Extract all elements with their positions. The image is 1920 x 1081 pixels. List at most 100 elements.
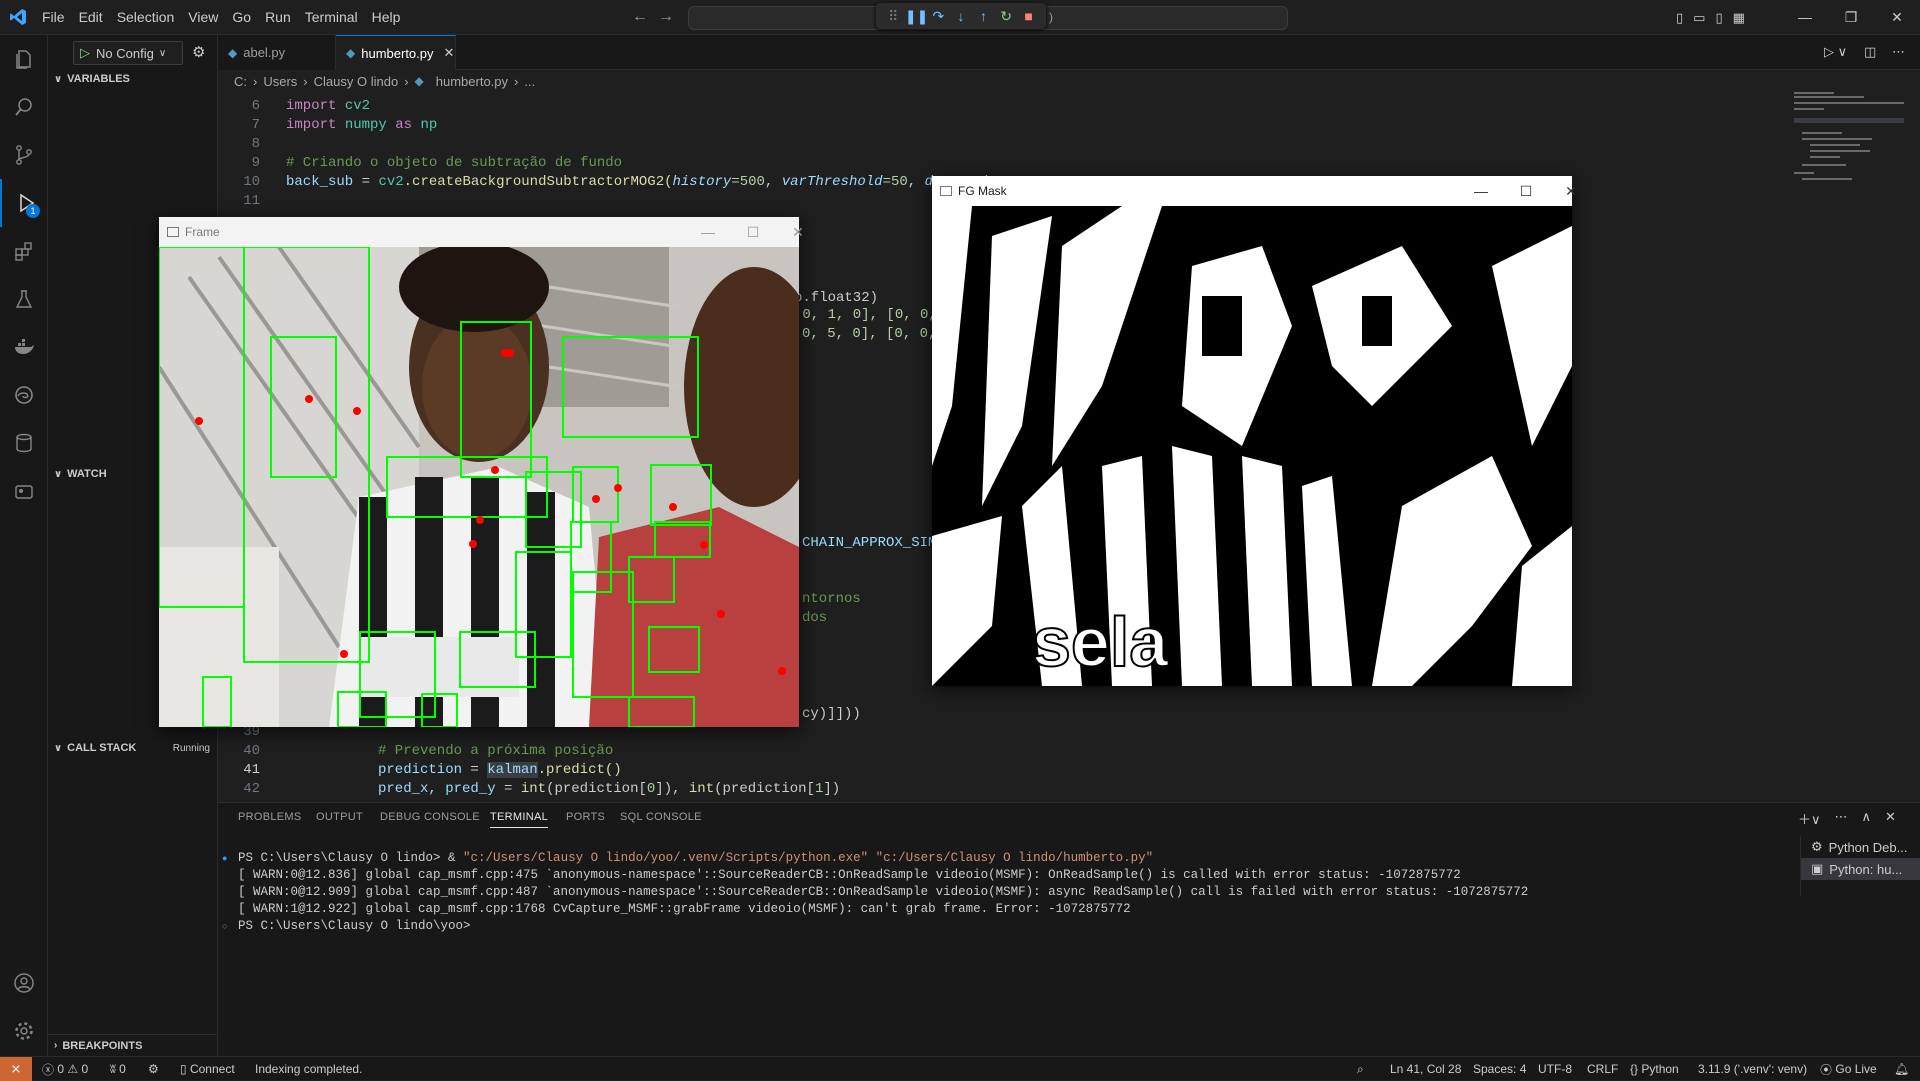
window-maximize-button[interactable]: ☐ (730, 217, 776, 247)
window-minimize-button[interactable]: — (1458, 176, 1504, 206)
close-panel-icon[interactable]: ✕ (1885, 809, 1896, 828)
toggle-panel-icon[interactable]: ▭ (1693, 10, 1705, 26)
new-terminal-icon[interactable]: ＋∨ (1798, 809, 1821, 828)
forward-arrow-icon[interactable]: → (658, 8, 674, 26)
menu-view[interactable]: View (181, 0, 225, 35)
debug-status-icon[interactable]: ⚙ (148, 1057, 159, 1081)
tracking-point (476, 516, 484, 524)
terminal-list-item[interactable]: ⚙ Python Deb... (1801, 836, 1920, 858)
search-icon[interactable] (0, 83, 48, 131)
indentation-status[interactable]: Spaces: 4 (1473, 1057, 1526, 1081)
problems-status[interactable]: ⓧ 0 ⚠ 0 (42, 1057, 88, 1081)
frame-window[interactable]: Frame — ☐ ✕ (159, 217, 804, 727)
toggle-secondary-sidebar-icon[interactable]: ▯ (1715, 10, 1722, 26)
tracking-point (501, 349, 509, 357)
notifications-bell-icon[interactable]: 🔔︎ (1894, 1057, 1909, 1081)
tracking-point (614, 484, 622, 492)
run-config-select[interactable]: ▷ No Config ∨ (73, 41, 183, 65)
settings-gear-icon[interactable] (0, 1007, 48, 1055)
tab-terminal[interactable]: TERMINAL (490, 811, 549, 828)
split-editor-icon[interactable]: ◫ (1864, 44, 1876, 60)
tab-output[interactable]: OUTPUT (316, 811, 363, 823)
terminal-list-item[interactable]: ▣ Python: hu... (1801, 858, 1920, 880)
chevron-right-icon: › (54, 1040, 58, 1051)
zoom-search-icon[interactable]: ⌕ (1357, 1057, 1364, 1081)
minimize-button[interactable]: — (1782, 0, 1828, 35)
more-actions-icon[interactable]: ⋯ (1835, 809, 1848, 828)
ports-status[interactable]: ʬ 0 (110, 1057, 126, 1081)
code-fragment: 0, 5, 0], [0, 0, (802, 326, 937, 342)
go-live-status[interactable]: ⦿ Go Live (1820, 1057, 1877, 1081)
indexing-status: Indexing completed. (255, 1062, 363, 1076)
call-stack-section[interactable]: ∨ CALL STACK Running (48, 737, 218, 759)
drag-grip-icon[interactable]: ⠿ (882, 8, 904, 25)
breadcrumb-item[interactable]: humberto.py (436, 74, 508, 89)
tracking-point (340, 650, 348, 658)
restore-button[interactable]: ❐ (1828, 0, 1874, 35)
extensions-icon[interactable] (0, 227, 48, 275)
connect-status[interactable]: ▯ Connect (180, 1057, 235, 1081)
tab-sql-console[interactable]: SQL CONSOLE (620, 811, 702, 823)
remote-indicator-icon[interactable]: ⨯ (0, 1057, 32, 1081)
back-arrow-icon[interactable]: ← (632, 8, 648, 26)
breadcrumb-item[interactable]: Users (263, 74, 297, 89)
python-file-icon: ◆ (414, 74, 424, 88)
close-button[interactable]: ✕ (1874, 0, 1920, 35)
tab-debug-console[interactable]: DEBUG CONSOLE (380, 811, 480, 823)
eol-status[interactable]: CRLF (1587, 1057, 1618, 1081)
encoding-status[interactable]: UTF-8 (1538, 1057, 1572, 1081)
restart-icon[interactable]: ↻ (995, 8, 1017, 25)
menu-run[interactable]: Run (258, 0, 298, 35)
menu-edit[interactable]: Edit (72, 0, 110, 35)
tab-problems[interactable]: PROBLEMS (238, 811, 302, 823)
menu-go[interactable]: Go (225, 0, 258, 35)
tab-abel[interactable]: ◆ abel.py (218, 35, 336, 70)
accounts-icon[interactable] (0, 959, 48, 1007)
terminal-prompt[interactable]: PS C:\Users\Clausy O lindo\yoo> (238, 919, 471, 933)
cursor-position[interactable]: Ln 41, Col 28 (1390, 1057, 1461, 1081)
breadcrumb-item[interactable]: Clausy O lindo (314, 74, 399, 89)
line-number: 42 (243, 781, 260, 797)
step-out-icon[interactable]: ↑ (973, 8, 995, 24)
window-close-button[interactable]: ✕ (775, 217, 821, 247)
step-into-icon[interactable]: ↓ (950, 8, 972, 24)
docker-icon[interactable] (0, 323, 48, 371)
menu-selection[interactable]: Selection (110, 0, 182, 35)
breadcrumb-item[interactable]: C: (234, 74, 247, 89)
breakpoints-section[interactable]: › BREAKPOINTS (48, 1034, 218, 1056)
testing-icon[interactable] (0, 275, 48, 323)
run-python-file-icon[interactable]: ▷ ∨ (1824, 44, 1847, 60)
source-control-icon[interactable] (0, 131, 48, 179)
database-icon[interactable] (0, 419, 48, 467)
debug-settings-gear-icon[interactable]: ⚙ (192, 43, 205, 61)
tracking-point (700, 541, 708, 549)
breadcrumb-item[interactable]: ... (524, 74, 535, 89)
fg-mask-window[interactable]: FG Mask — ☐ ✕ sela (932, 176, 1577, 686)
menu-help[interactable]: Help (365, 0, 408, 35)
window-maximize-button[interactable]: ☐ (1503, 176, 1549, 206)
more-actions-icon[interactable]: ⋯ (1892, 44, 1905, 60)
customize-layout-icon[interactable]: ▦ (1733, 10, 1745, 26)
window-close-button[interactable]: ✕ (1548, 176, 1594, 206)
remote-explorer-icon[interactable] (0, 467, 48, 515)
menu-terminal[interactable]: Terminal (298, 0, 365, 35)
edge-devtools-icon[interactable] (0, 371, 48, 419)
step-over-icon[interactable]: ↷ (927, 8, 949, 25)
maximize-panel-icon[interactable]: ∧ (1862, 809, 1872, 828)
explorer-icon[interactable] (0, 35, 48, 83)
run-debug-icon[interactable]: 1 (0, 179, 48, 227)
stop-icon[interactable]: ■ (1018, 8, 1040, 24)
fg-mask-window-title: FG Mask (958, 184, 1007, 198)
menu-file[interactable]: File (35, 0, 72, 35)
toggle-sidebar-icon[interactable]: ▯ (1676, 10, 1683, 26)
tab-humberto[interactable]: ◆ humberto.py ✕ (336, 35, 456, 70)
tab-ports[interactable]: PORTS (566, 811, 605, 823)
window-minimize-button[interactable]: — (685, 217, 731, 247)
minimap[interactable] (1790, 92, 1910, 212)
interpreter-status[interactable]: 3.11.9 ('.venv': venv) (1698, 1057, 1807, 1081)
language-status[interactable]: {} Python (1630, 1057, 1679, 1081)
close-tab-icon[interactable]: ✕ (444, 45, 455, 61)
variables-section[interactable]: ∨ VARIABLES (48, 68, 218, 90)
pause-icon[interactable]: ❚❚ (905, 8, 928, 25)
tracking-point (491, 466, 499, 474)
